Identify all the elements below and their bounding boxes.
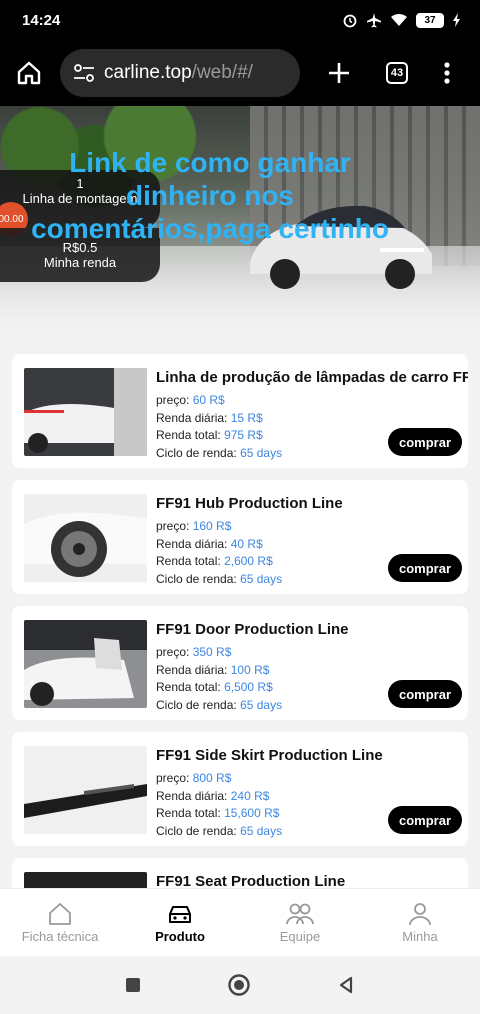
new-tab-icon[interactable] bbox=[328, 62, 350, 84]
nav-label: Equipe bbox=[279, 928, 321, 944]
product-daily: Renda diária: 240 R$ bbox=[156, 788, 468, 806]
price-value: 60 R$ bbox=[192, 393, 225, 407]
site-settings-icon[interactable] bbox=[72, 63, 96, 83]
car-icon bbox=[169, 905, 191, 923]
product-image bbox=[24, 494, 147, 582]
product-daily: Renda diária: 40 R$ bbox=[156, 536, 468, 554]
overlay-caption: Link de como ganhar dinheiro nos comentá… bbox=[31, 147, 389, 245]
nav-label: Ficha técnica bbox=[21, 928, 99, 944]
total-label: Renda total: bbox=[156, 680, 221, 694]
daily-value: 40 R$ bbox=[230, 536, 263, 551]
cycle-label: Ciclo de renda: bbox=[156, 571, 237, 586]
price-value: 800 R$ bbox=[192, 771, 232, 785]
product-title: FF91 Side Skirt Production Line bbox=[156, 747, 383, 764]
price-label: preço: bbox=[156, 393, 190, 407]
user-icon bbox=[409, 902, 431, 925]
total-value: 6,500 R$ bbox=[224, 680, 273, 694]
url-path: /web/#/ bbox=[191, 62, 253, 83]
cycle-value: 65 days bbox=[240, 571, 283, 586]
daily-label: Renda diária: bbox=[156, 410, 228, 425]
product-daily: Renda diária: 100 R$ bbox=[156, 662, 468, 680]
price-value: 160 R$ bbox=[192, 519, 232, 533]
battery-icon: 37 bbox=[416, 12, 444, 28]
product-title: Linha de produção de lâmpadas de carro F… bbox=[156, 369, 468, 386]
daily-value: 240 R$ bbox=[230, 788, 270, 803]
price-label: preço: bbox=[156, 771, 190, 785]
total-value: 2,600 R$ bbox=[224, 554, 273, 568]
product-image bbox=[24, 620, 147, 708]
recents-icon[interactable] bbox=[125, 977, 141, 993]
product-card: FF91 Hub Production Line preço: 160 R$ R… bbox=[12, 480, 468, 594]
product-title: FF91 Door Production Line bbox=[156, 621, 349, 638]
product-price: preço: 350 R$ bbox=[156, 644, 468, 662]
product-image bbox=[24, 368, 147, 456]
team-icon bbox=[286, 903, 314, 924]
daily-value: 100 R$ bbox=[230, 662, 270, 677]
product-card: Linha de produção de lâmpadas de carro F… bbox=[12, 354, 468, 468]
status-time: 14:24 bbox=[22, 11, 61, 29]
nav-produto[interactable]: Produto bbox=[120, 902, 240, 944]
cycle-label: Ciclo de renda: bbox=[156, 697, 237, 712]
bottom-nav: Ficha técnica Produto Equipe Minha bbox=[0, 888, 480, 956]
cycle-label: Ciclo de renda: bbox=[156, 823, 237, 838]
battery-level: 37 bbox=[416, 12, 444, 28]
buy-button[interactable]: comprar bbox=[388, 806, 462, 834]
home-icon bbox=[49, 902, 71, 925]
cycle-value: 65 days bbox=[240, 697, 283, 712]
product-price: preço: 60 R$ bbox=[156, 392, 468, 410]
product-price: preço: 800 R$ bbox=[156, 770, 468, 788]
cycle-value: 65 days bbox=[240, 823, 283, 838]
product-daily: Renda diária: 15 R$ bbox=[156, 410, 468, 428]
charging-icon bbox=[453, 13, 460, 27]
status-icons: 37 bbox=[342, 12, 462, 28]
buy-button[interactable]: comprar bbox=[388, 428, 462, 456]
browser-toolbar: carline.top/web/#/ 43 bbox=[0, 40, 480, 106]
tab-switcher-button[interactable]: 43 bbox=[386, 62, 408, 84]
cycle-label: Ciclo de renda: bbox=[156, 445, 237, 460]
daily-label: Renda diária: bbox=[156, 662, 228, 677]
buy-button[interactable]: comprar bbox=[388, 680, 462, 708]
price-label: preço: bbox=[156, 645, 190, 659]
price-value: 350 R$ bbox=[192, 645, 232, 659]
daily-value: 15 R$ bbox=[230, 410, 263, 425]
airplane-icon bbox=[367, 13, 381, 28]
cycle-value: 65 days bbox=[240, 445, 283, 460]
system-nav-bar bbox=[0, 956, 480, 1014]
nav-ficha-tecnica[interactable]: Ficha técnica bbox=[0, 902, 120, 944]
status-bar: 14:24 37 bbox=[0, 0, 480, 40]
nav-label: Produto bbox=[155, 928, 205, 944]
product-card: FF91 Door Production Line preço: 350 R$ … bbox=[12, 606, 468, 720]
total-value: 15,600 R$ bbox=[224, 806, 280, 820]
address-bar[interactable]: carline.top/web/#/ bbox=[60, 49, 300, 97]
buy-button[interactable]: comprar bbox=[388, 554, 462, 582]
product-title: FF91 Hub Production Line bbox=[156, 495, 343, 512]
nav-equipe[interactable]: Equipe bbox=[240, 902, 360, 944]
total-value: 975 R$ bbox=[224, 428, 263, 442]
nav-minha[interactable]: Minha bbox=[360, 902, 480, 944]
home-circle-icon[interactable] bbox=[227, 973, 251, 997]
total-label: Renda total: bbox=[156, 806, 221, 820]
url-host: carline.top bbox=[104, 62, 192, 83]
product-card: FF91 Side Skirt Production Line preço: 8… bbox=[12, 732, 468, 846]
back-icon[interactable] bbox=[337, 976, 355, 994]
wifi-icon bbox=[391, 13, 407, 26]
tab-count: 43 bbox=[386, 62, 408, 84]
income-label: Minha renda bbox=[43, 255, 117, 270]
price-label: preço: bbox=[156, 519, 190, 533]
product-image bbox=[24, 746, 147, 834]
total-label: Renda total: bbox=[156, 428, 221, 442]
total-label: Renda total: bbox=[156, 554, 221, 568]
alarm-icon bbox=[343, 14, 357, 28]
more-menu-icon[interactable] bbox=[444, 62, 450, 84]
home-icon[interactable] bbox=[16, 60, 42, 86]
nav-label: Minha bbox=[402, 928, 438, 944]
product-price: preço: 160 R$ bbox=[156, 518, 468, 536]
daily-label: Renda diária: bbox=[156, 536, 228, 551]
daily-label: Renda diária: bbox=[156, 788, 228, 803]
